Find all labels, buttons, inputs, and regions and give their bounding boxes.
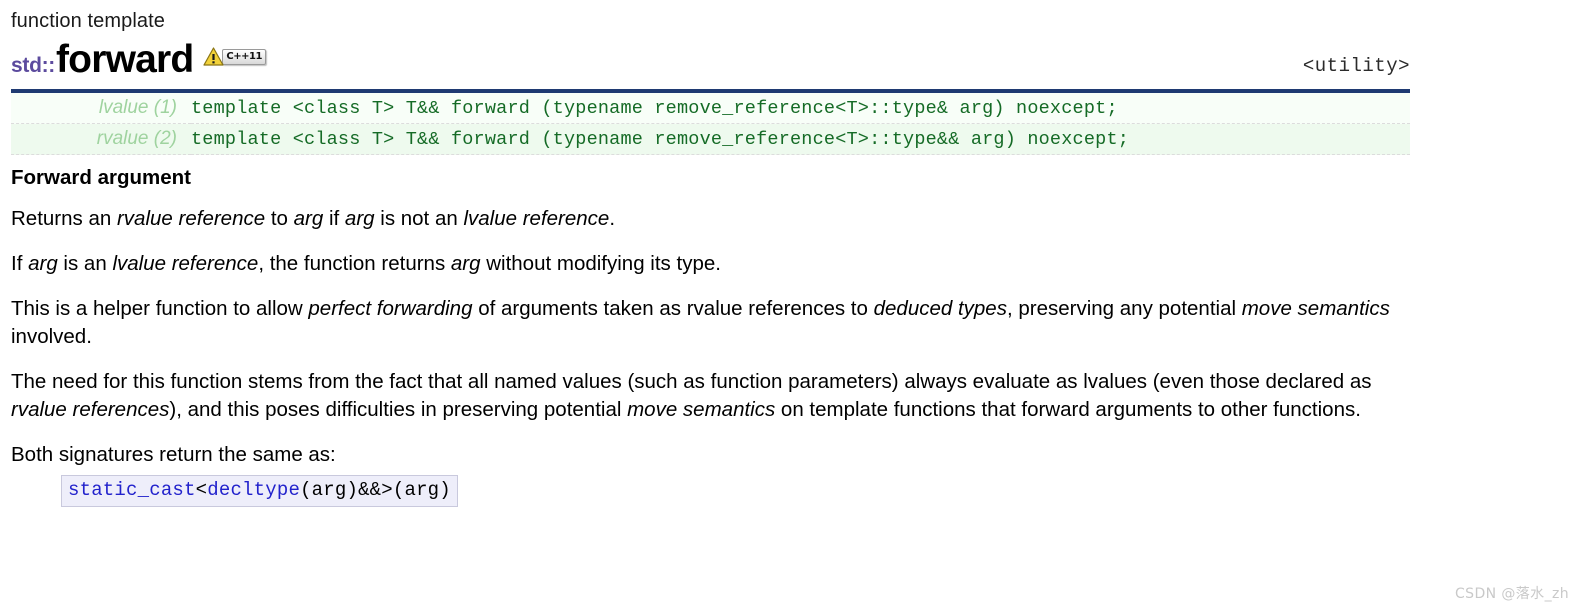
- text-fragment: If: [11, 252, 29, 275]
- text-fragment: to: [265, 207, 294, 230]
- text-fragment: Returns an: [11, 207, 117, 230]
- text-fragment: , preserving any potential: [1006, 297, 1242, 320]
- code-keyword-static-cast: static_cast: [68, 479, 196, 501]
- cxx-standard-badge: C++11: [222, 48, 266, 65]
- paragraph-helper-function: This is a helper function to allow perfe…: [11, 295, 1410, 351]
- table-row: lvalue (1) template <class T> T&& forwar…: [11, 93, 1410, 124]
- text-fragment: if: [323, 207, 345, 230]
- paragraph-returns: Returns an rvalue reference to arg if ar…: [11, 205, 1410, 233]
- emphasis-lvalue-reference: lvalue reference: [463, 207, 610, 230]
- watermark: CSDN @落水_zh: [1455, 586, 1569, 602]
- signature-table: lvalue (1) template <class T> T&& forwar…: [11, 93, 1410, 155]
- entity-kind-label: function template: [11, 10, 166, 32]
- signature-code-1: template <class T> T&& forward (typename…: [191, 93, 1410, 124]
- emphasis-deduced-types: deduced types: [873, 297, 1007, 320]
- text-fragment: The need for this function stems from th…: [11, 370, 1372, 393]
- emphasis-arg: arg: [450, 252, 481, 275]
- function-name: forward: [56, 38, 194, 81]
- code-punct: <: [195, 479, 208, 501]
- header-file-name: <utility>: [1302, 55, 1410, 77]
- cppreference-page: function template std:: forward C++11 <ut…: [0, 0, 1581, 609]
- text-fragment: , the function returns: [258, 252, 451, 275]
- text-fragment: without modifying its type.: [480, 252, 721, 275]
- code-example-box: static_cast<decltype(arg)&&>(arg): [61, 475, 458, 507]
- emphasis-arg: arg: [28, 252, 58, 275]
- code-tail: (arg)&&>(arg): [300, 479, 451, 501]
- emphasis-rvalue-reference: rvalue reference: [116, 207, 266, 230]
- standard-badge-group: C++11: [203, 47, 266, 66]
- emphasis-perfect-forwarding: perfect forwarding: [308, 297, 473, 320]
- text-fragment: on template functions that forward argum…: [775, 398, 1361, 421]
- content-area: function template std:: forward C++11 <ut…: [11, 8, 1410, 507]
- emphasis-move-semantics: move semantics: [1241, 297, 1390, 320]
- namespace-prefix: std::: [11, 54, 55, 77]
- paragraph-both-signatures: Both signatures return the same as:: [11, 443, 336, 466]
- page-title: std:: forward C++11: [11, 40, 266, 80]
- text-fragment: of arguments taken as rvalue references …: [472, 297, 874, 320]
- emphasis-arg: arg: [344, 207, 375, 230]
- section-heading: Forward argument: [11, 166, 191, 189]
- text-fragment: is an: [57, 252, 113, 275]
- emphasis-move-semantics: move semantics: [627, 398, 776, 421]
- emphasis-lvalue-reference: lvalue reference: [112, 252, 259, 275]
- paragraph-rationale: The need for this function stems from th…: [11, 368, 1410, 424]
- table-row: rvalue (2) template <class T> T&& forwar…: [11, 123, 1410, 155]
- paragraph-lvalue-case: If arg is an lvalue reference, the funct…: [11, 250, 1410, 278]
- emphasis-arg: arg: [293, 207, 324, 230]
- warning-triangle-icon: [203, 47, 225, 66]
- text-fragment: This is a helper function to allow: [11, 297, 309, 320]
- text-fragment: is not an: [374, 207, 464, 230]
- title-row: std:: forward C++11 <utility>: [11, 36, 1410, 80]
- code-keyword-decltype: decltype: [207, 479, 301, 501]
- text-fragment: ), and this poses difficulties in preser…: [169, 398, 628, 421]
- text-fragment: .: [609, 207, 616, 230]
- emphasis-rvalue-references: rvalue references: [11, 398, 170, 421]
- text-fragment: involved.: [11, 325, 92, 348]
- signature-code-2: template <class T> T&& forward (typename…: [191, 123, 1410, 155]
- signature-label-2: rvalue (2): [11, 123, 191, 155]
- signature-label-1: lvalue (1): [11, 93, 191, 124]
